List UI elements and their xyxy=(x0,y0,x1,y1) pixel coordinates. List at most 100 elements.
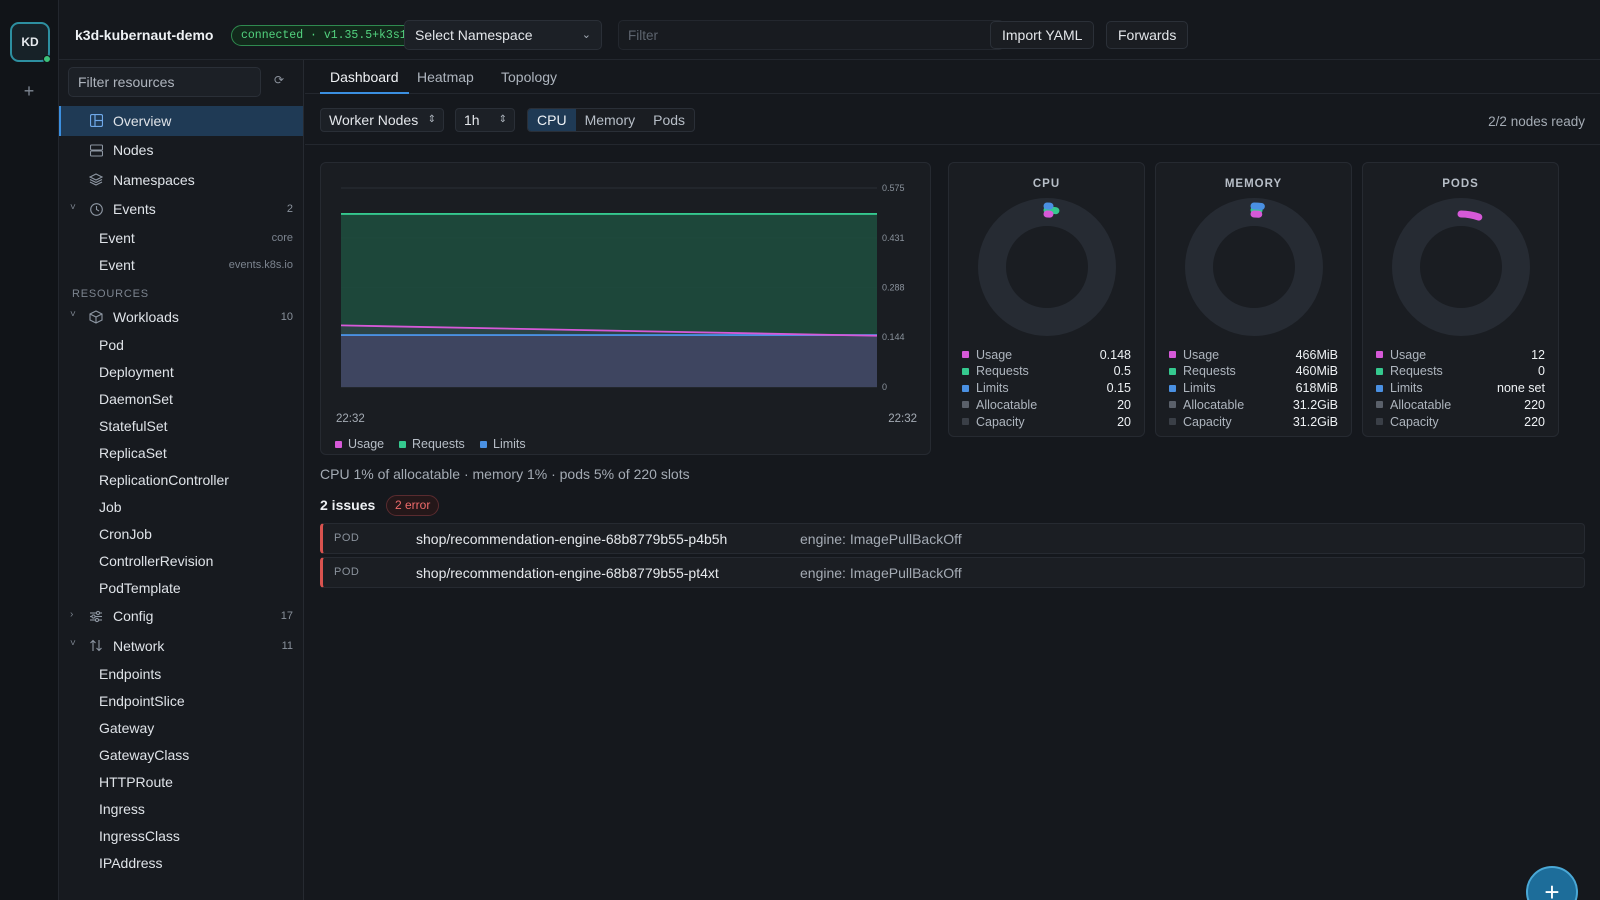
chevron-down-icon[interactable]: ˅ xyxy=(70,638,76,649)
refresh-icon[interactable]: ⟳ xyxy=(274,73,284,87)
sidebar-item-events[interactable]: ˅ Events 2 xyxy=(59,195,303,225)
resource-filter-input[interactable] xyxy=(68,67,261,97)
sidebar-item-label: Endpoints xyxy=(99,666,162,682)
add-cluster-button[interactable]: + xyxy=(14,76,44,106)
sidebar: ⟳ Overview Nodes Namespaces ˅ Events 2 E… xyxy=(59,60,304,900)
cpu-timeseries-chart: 0 0.144 0.288 0.431 0.575 22:32 22:32 xyxy=(336,183,917,425)
sidebar-subitem-statefulset[interactable]: StatefulSet xyxy=(59,413,303,440)
sidebar-subitem-daemonset[interactable]: DaemonSet xyxy=(59,386,303,413)
import-yaml-button[interactable]: Import YAML xyxy=(990,21,1095,49)
sidebar-subitem-replicaset[interactable]: ReplicaSet xyxy=(59,440,303,467)
sidebar-item-label: GatewayClass xyxy=(99,747,190,763)
sidebar-subitem-ipaddress[interactable]: IPAddress xyxy=(59,850,303,877)
sidebar-item-label: StatefulSet xyxy=(99,418,168,434)
sidebar-item-label: ControllerRevision xyxy=(99,553,214,569)
namespace-select[interactable]: Select Namespace ⌄ xyxy=(404,20,602,50)
sidebar-subitem-event-core[interactable]: Event core xyxy=(59,224,303,251)
issue-reason: engine: ImagePullBackOff xyxy=(800,565,962,581)
sidebar-item-nodes[interactable]: Nodes xyxy=(59,136,303,166)
legend-limits[interactable]: Limits xyxy=(480,437,526,451)
sidebar-subitem-ingressclass[interactable]: IngressClass xyxy=(59,823,303,850)
usage-donut xyxy=(978,198,1116,336)
sidebar-subitem-controllerrevision[interactable]: ControllerRevision xyxy=(59,548,303,575)
swatch xyxy=(962,351,969,358)
metric-row-limits: Limits 618MiB xyxy=(1169,380,1338,397)
sidebar-item-label: HTTPRoute xyxy=(99,774,173,790)
metric-row-usage: Usage 466MiB xyxy=(1169,346,1338,363)
sidebar-subitem-endpoints[interactable]: Endpoints xyxy=(59,661,303,688)
tab-heatmap[interactable]: Heatmap xyxy=(407,67,484,94)
chevron-down-icon[interactable]: ˅ xyxy=(70,202,76,213)
time-range-select[interactable]: 1h ⇕ xyxy=(455,108,515,132)
sidebar-subitem-event-events[interactable]: Event events.k8s.io xyxy=(59,251,303,278)
swatch xyxy=(1169,351,1176,358)
metric-cpu-button[interactable]: CPU xyxy=(528,109,576,131)
tab-dashboard[interactable]: Dashboard xyxy=(320,67,409,94)
sidebar-item-label: Workloads xyxy=(113,308,179,325)
filter-input[interactable] xyxy=(618,20,1004,50)
node-scope-select[interactable]: Worker Nodes ⇕ xyxy=(320,108,444,132)
issue-row[interactable]: POD shop/recommendation-engine-68b8779b5… xyxy=(320,557,1585,588)
chevron-right-icon[interactable]: › xyxy=(70,609,73,620)
sidebar-subitem-gatewayclass[interactable]: GatewayClass xyxy=(59,742,303,769)
sidebar-subitem-gateway[interactable]: Gateway xyxy=(59,715,303,742)
sidebar-item-namespaces[interactable]: Namespaces xyxy=(59,165,303,195)
issue-row[interactable]: POD shop/recommendation-engine-68b8779b5… xyxy=(320,523,1585,554)
sidebar-subitem-replicationcontroller[interactable]: ReplicationController xyxy=(59,467,303,494)
usage-swatch xyxy=(335,440,342,448)
donut-track xyxy=(978,198,1116,336)
create-resource-button[interactable]: + xyxy=(1526,866,1578,900)
sidebar-subitem-cronjob[interactable]: CronJob xyxy=(59,521,303,548)
sidebar-group-workloads[interactable]: ˅ Workloads 10 xyxy=(59,302,303,332)
sidebar-nav: Overview Nodes Namespaces ˅ Events 2 Eve… xyxy=(59,106,303,877)
error-count-badge: 2 error xyxy=(386,495,440,516)
sidebar-item-overview[interactable]: Overview xyxy=(59,106,303,136)
sliders-icon xyxy=(89,609,103,623)
layers-icon xyxy=(89,173,103,187)
sidebar-item-label: Config xyxy=(113,608,154,625)
issue-resource-name[interactable]: shop/recommendation-engine-68b8779b55-p4… xyxy=(416,531,727,547)
sidebar-subitem-ingress[interactable]: Ingress xyxy=(59,796,303,823)
metric-memory-button[interactable]: Memory xyxy=(576,109,645,131)
status-badge: connected · v1.35.5+k3s1 xyxy=(231,25,417,46)
sidebar-subitem-podtemplate[interactable]: PodTemplate xyxy=(59,575,303,602)
metric-value: 220 xyxy=(1524,414,1545,429)
sidebar-item-label: DaemonSet xyxy=(99,391,173,407)
sidebar-group-config[interactable]: › Config 17 xyxy=(59,602,303,632)
sidebar-subitem-endpointslice[interactable]: EndpointSlice xyxy=(59,688,303,715)
forwards-button[interactable]: Forwards xyxy=(1106,21,1189,49)
metric-row-limits: Limits none set xyxy=(1376,380,1545,397)
sidebar-item-label: Events xyxy=(113,201,156,218)
namespace-select-label: Select Namespace xyxy=(415,27,533,43)
count-badge: 17 xyxy=(280,610,293,623)
sidebar-item-label: Network xyxy=(113,637,165,654)
x-tick-label: 22:32 xyxy=(888,413,917,425)
pods-donut-card: PODS Usage 12 Requests 0 Limits none set Alloca… xyxy=(1362,162,1559,437)
sidebar-subitem-httproute[interactable]: HTTPRoute xyxy=(59,769,303,796)
sidebar-item-label: Overview xyxy=(113,112,172,129)
chevron-down-icon[interactable]: ˅ xyxy=(70,309,76,320)
cpu-timeseries-card: 0 0.144 0.288 0.431 0.575 22:32 22:32 Usage Re… xyxy=(320,162,931,455)
sidebar-subitem-pod[interactable]: Pod xyxy=(59,332,303,359)
issue-reason: engine: ImagePullBackOff xyxy=(800,531,962,547)
metric-pods-button[interactable]: Pods xyxy=(644,109,694,131)
legend-usage[interactable]: Usage xyxy=(335,437,384,451)
api-group-tag: core xyxy=(271,231,293,244)
x-tick-label: 22:32 xyxy=(336,413,365,425)
count-badge: 2 xyxy=(286,203,293,216)
sidebar-subitem-deployment[interactable]: Deployment xyxy=(59,359,303,386)
metric-value: 0 xyxy=(1538,364,1545,379)
legend-label: Limits xyxy=(493,437,526,451)
nodes-ready-status: 2/2 nodes ready xyxy=(1488,114,1585,129)
legend-requests[interactable]: Requests xyxy=(399,437,465,451)
api-group-tag: events.k8s.io xyxy=(228,258,293,271)
metric-value: 0.148 xyxy=(1099,347,1131,362)
metric-value: 31.2GiB xyxy=(1292,397,1338,412)
time-range-label: 1h xyxy=(464,112,480,128)
issue-resource-name[interactable]: shop/recommendation-engine-68b8779b55-pt… xyxy=(416,565,719,581)
tab-topology[interactable]: Topology xyxy=(491,67,567,94)
sidebar-subitem-job[interactable]: Job xyxy=(59,494,303,521)
sidebar-group-network[interactable]: ˅ Network 11 xyxy=(59,631,303,661)
swatch xyxy=(1376,384,1383,392)
cluster-avatar[interactable]: KD xyxy=(10,22,51,63)
